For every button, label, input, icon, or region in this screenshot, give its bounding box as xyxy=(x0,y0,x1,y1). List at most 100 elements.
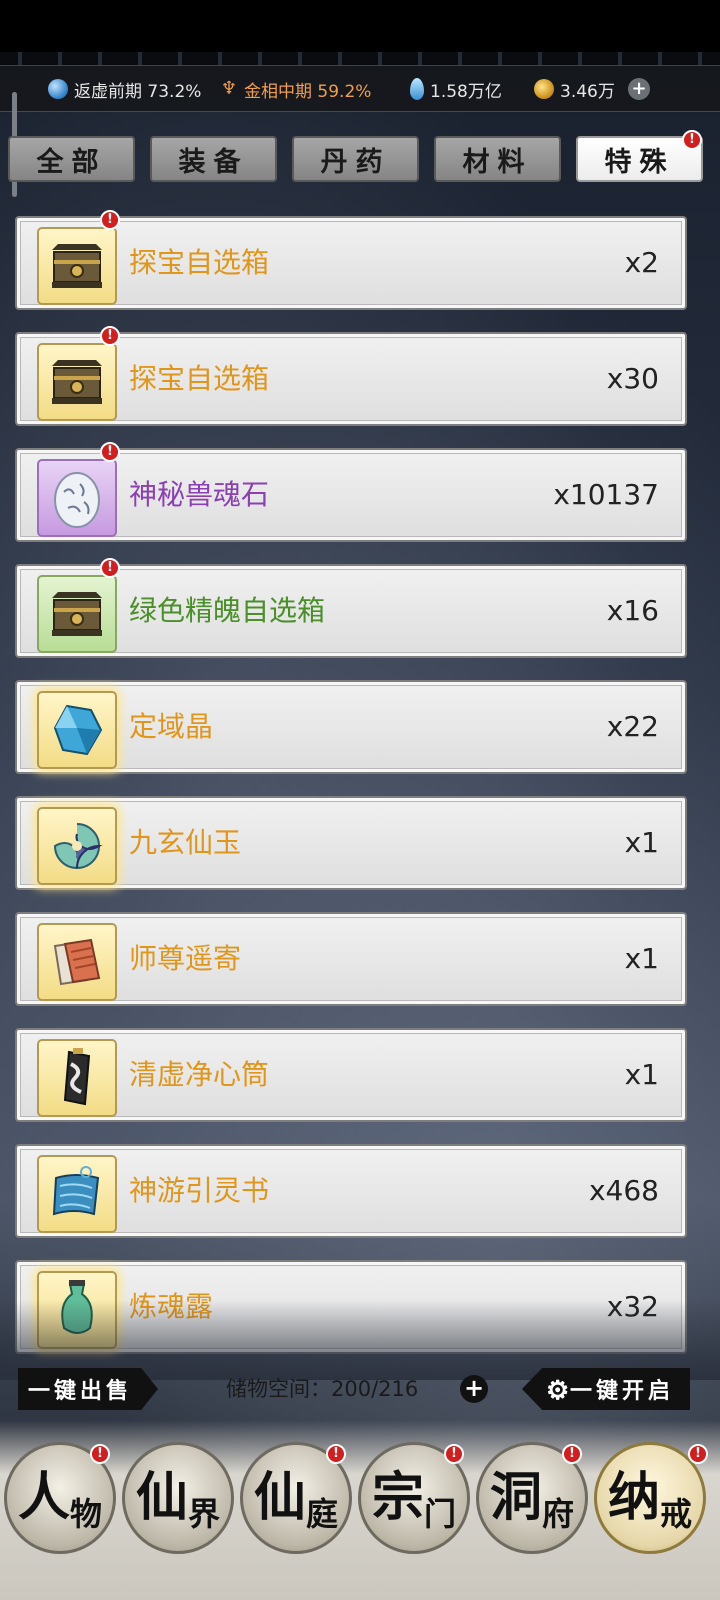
item-name: 绿色精魄自选箱 xyxy=(129,594,326,627)
tab-special-badge: ! xyxy=(682,130,702,150)
resource-body[interactable]: ♆ 金相中期 59.2% xyxy=(220,66,372,112)
item-icon-frame xyxy=(37,459,117,537)
nav-immortal-court-big: 仙 xyxy=(253,1467,306,1528)
nav-character-small: 物 xyxy=(70,1495,103,1533)
item-name: 师尊遥寄 xyxy=(129,942,242,975)
item-badge: ! xyxy=(100,326,120,346)
tab-equipment-label: 装备 xyxy=(178,146,249,178)
item-icon-frame xyxy=(37,343,117,421)
item-count: x2 xyxy=(624,246,659,279)
resource-gold-text: 3.46万 xyxy=(560,81,615,102)
cloud-border xyxy=(0,52,720,66)
tab-equipment[interactable]: 装备 xyxy=(150,136,277,182)
item-icon-frame xyxy=(37,1039,117,1117)
treasure-chest-icon xyxy=(52,244,102,288)
list-item[interactable]: 九玄仙玉 x1 xyxy=(15,796,687,890)
nav-immortal-realm-small: 界 xyxy=(188,1495,221,1533)
blue-scroll-icon xyxy=(52,1166,100,1216)
sell-all-button[interactable]: 一键出售 xyxy=(18,1368,158,1410)
list-item[interactable]: 师尊遥寄 x1 xyxy=(15,912,687,1006)
item-count: x1 xyxy=(624,826,659,859)
resource-realm-text: 返虚前期 73.2% xyxy=(74,81,202,102)
nav-immortal-realm-big: 仙 xyxy=(135,1467,188,1528)
item-icon-frame xyxy=(37,227,117,305)
item-count: x30 xyxy=(606,362,659,395)
resource-realm[interactable]: 返虚前期 73.2% xyxy=(48,66,201,112)
list-item[interactable]: 神游引灵书 x468 xyxy=(15,1144,687,1238)
blue-crystal-icon xyxy=(53,704,103,756)
add-currency-button[interactable]: + xyxy=(628,78,650,100)
item-icon-frame xyxy=(37,1155,117,1233)
tab-pills-label: 丹药 xyxy=(320,146,391,178)
item-name: 九玄仙玉 xyxy=(129,826,242,859)
item-count: x468 xyxy=(588,1174,659,1207)
item-name: 探宝自选箱 xyxy=(129,246,270,279)
resource-body-text: 金相中期 59.2% xyxy=(244,81,372,102)
nav-immortal-court-badge: ! xyxy=(326,1444,346,1464)
category-tabs: 全部 装备 丹药 材料 特殊 ! xyxy=(0,130,720,184)
nav-character-big: 人 xyxy=(17,1467,70,1528)
list-item[interactable]: 绿色精魄自选箱 x16 xyxy=(15,564,687,658)
expand-storage-button[interactable]: + xyxy=(460,1375,488,1403)
list-item[interactable]: 定域晶 x22 xyxy=(15,680,687,774)
item-count: x22 xyxy=(606,710,659,743)
item-icon-frame xyxy=(37,691,117,769)
item-icon-frame xyxy=(37,923,117,1001)
bottom-navigation: 人物 ! 仙界 仙庭 ! 宗门 ! 洞府 ! 纳戒 ! xyxy=(0,1420,720,1600)
nav-sect-badge: ! xyxy=(444,1444,464,1464)
list-item[interactable]: 探宝自选箱 x2 xyxy=(15,216,687,310)
spirit-stone-icon xyxy=(410,78,424,100)
item-name: 定域晶 xyxy=(129,710,214,743)
item-name: 神游引灵书 xyxy=(129,1174,270,1207)
tab-special-label: 特殊 xyxy=(604,146,675,178)
tab-all[interactable]: 全部 xyxy=(8,136,135,182)
tab-materials[interactable]: 材料 xyxy=(434,136,561,182)
item-count: x1 xyxy=(624,1058,659,1091)
open-all-button[interactable]: ⚙ 一键开启 xyxy=(522,1368,690,1410)
tab-materials-label: 材料 xyxy=(462,146,533,178)
nav-storage-ring-big: 纳 xyxy=(607,1467,660,1528)
treasure-chest-icon xyxy=(52,592,102,636)
tab-pills[interactable]: 丹药 xyxy=(292,136,419,182)
list-item[interactable]: 探宝自选箱 x30 xyxy=(15,332,687,426)
golden-body-icon: ♆ xyxy=(220,78,238,99)
tab-all-label: 全部 xyxy=(36,146,107,178)
gear-icon[interactable]: ⚙ xyxy=(546,1376,573,1406)
nav-storage-ring-small: 戒 xyxy=(660,1495,693,1533)
item-count: x10137 xyxy=(553,478,659,511)
nav-storage-ring-badge: ! xyxy=(688,1444,708,1464)
letter-scrolls-icon xyxy=(53,938,101,986)
bamboo-tube-icon xyxy=(63,1048,91,1106)
item-icon-frame xyxy=(37,807,117,885)
nav-sect-small: 门 xyxy=(424,1495,457,1533)
status-bar xyxy=(0,0,720,52)
nav-character-badge: ! xyxy=(90,1444,110,1464)
list-item[interactable]: 神秘兽魂石 x10137 xyxy=(15,448,687,542)
item-badge: ! xyxy=(100,442,120,462)
resource-gold[interactable]: 3.46万 xyxy=(534,66,615,112)
item-name: 探宝自选箱 xyxy=(129,362,270,395)
nav-cave-abode-big: 洞 xyxy=(489,1467,542,1528)
open-all-label: 一键开启 xyxy=(570,1378,675,1404)
resource-spirit-stone-text: 1.58万亿 xyxy=(430,81,502,102)
nav-immortal-court-small: 庭 xyxy=(306,1495,339,1533)
item-count: x16 xyxy=(606,594,659,627)
nav-sect-big: 宗 xyxy=(371,1467,424,1528)
list-item[interactable]: 清虚净心筒 x1 xyxy=(15,1028,687,1122)
realm-swirl-icon xyxy=(48,79,68,99)
resource-bar: 返虚前期 73.2% ♆ 金相中期 59.2% 1.58万亿 3.46万 xyxy=(0,66,720,112)
treasure-chest-icon xyxy=(52,360,102,404)
item-icon-frame xyxy=(37,575,117,653)
jade-swirl-icon xyxy=(53,823,103,869)
resource-spirit-stone[interactable]: 1.58万亿 xyxy=(410,66,502,112)
beast-soul-stone-icon xyxy=(54,472,100,528)
bottom-action-bar: 一键出售 储物空间：200/216 + ⚙ 一键开启 xyxy=(0,1360,720,1416)
sell-all-label: 一键出售 xyxy=(28,1378,133,1404)
gold-coin-icon xyxy=(534,79,554,99)
item-count: x1 xyxy=(624,942,659,975)
nav-cave-abode-badge: ! xyxy=(562,1444,582,1464)
item-badge: ! xyxy=(100,558,120,578)
item-name: 清虚净心筒 xyxy=(129,1058,270,1091)
nav-immortal-realm[interactable]: 仙界 xyxy=(122,1442,234,1554)
storage-capacity: 储物空间：200/216 xyxy=(226,1377,419,1401)
